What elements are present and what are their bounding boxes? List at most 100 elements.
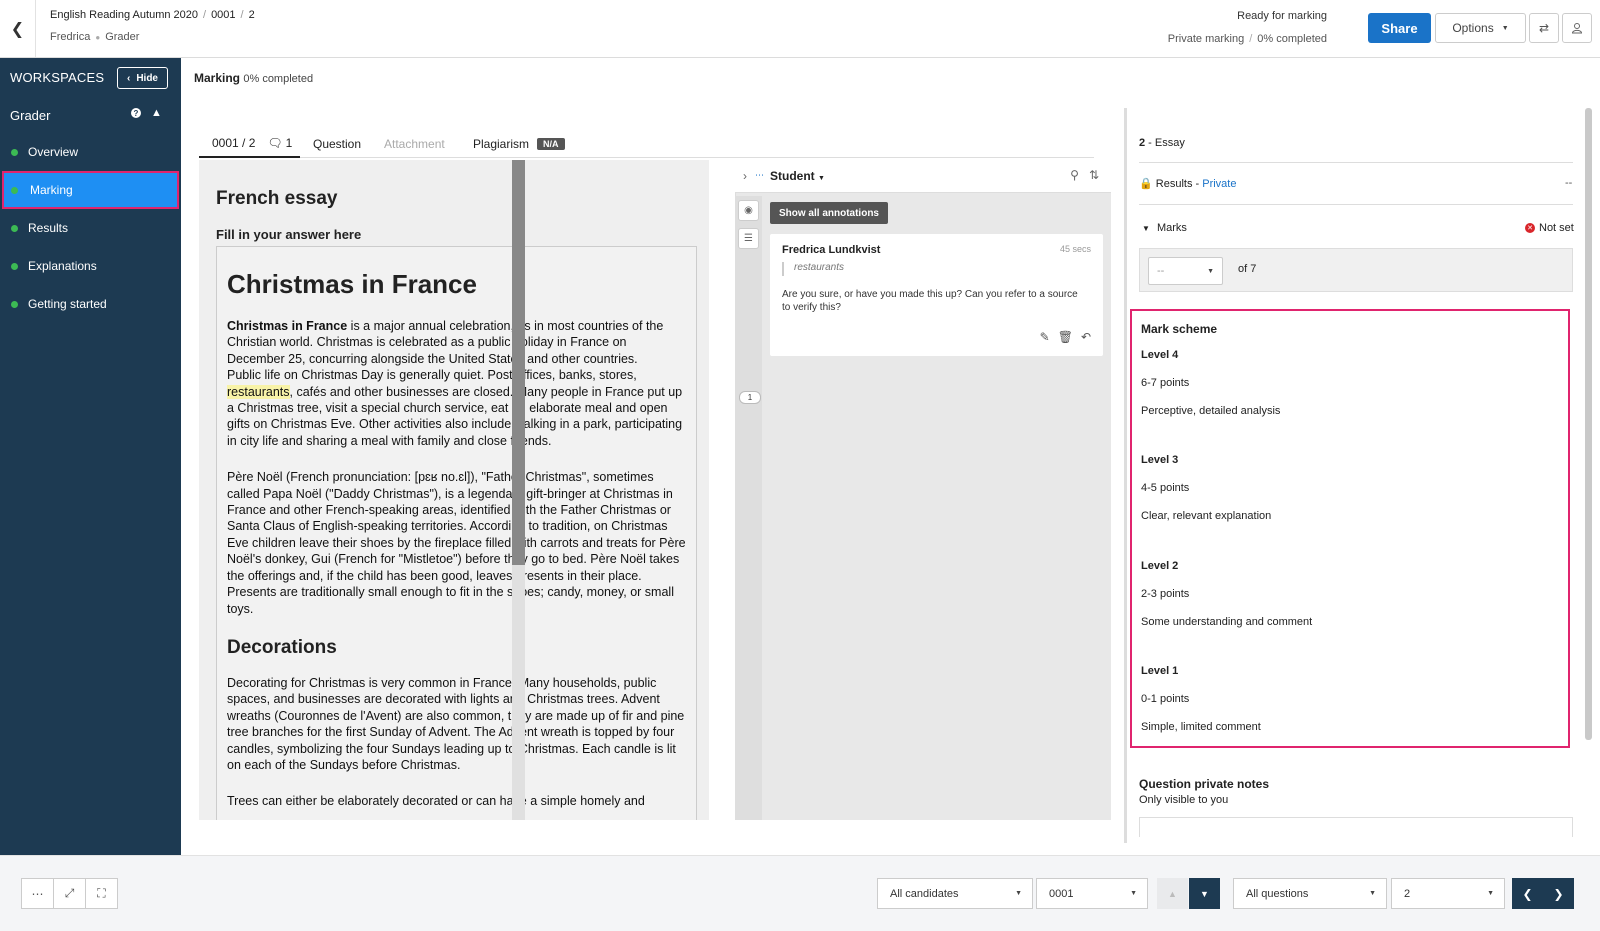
bottom-bar: ⋯ ⤢ ⛶ All candidates ▼ 0001 ▼ ▲ ▼ All qu… bbox=[0, 855, 1600, 931]
next-candidate-button[interactable]: ▼ bbox=[1189, 878, 1220, 909]
previous-question-button[interactable]: ❮ bbox=[1512, 878, 1543, 909]
marking-mode: Private marking bbox=[1167, 33, 1245, 45]
essay-paragraph: Trees can either be elaborately decorate… bbox=[227, 794, 645, 809]
essay-paragraph-text: , cafés and other businesses are closed.… bbox=[227, 384, 683, 448]
swap-icon: ⇄ bbox=[1538, 21, 1550, 35]
chevron-left-icon: ❮ bbox=[1522, 886, 1533, 901]
show-all-annotations-button[interactable]: Show all annotations bbox=[770, 202, 888, 224]
swap-button[interactable]: ⇄ bbox=[1529, 13, 1559, 43]
caret-down-icon: ▼ bbox=[1369, 890, 1376, 897]
tab-plagiarism[interactable]: Plagiarism N/A bbox=[473, 130, 565, 158]
mark-scheme-level: Level 1 0-1 points Simple, limited comme… bbox=[1141, 665, 1261, 733]
breadcrumb-question[interactable]: 2 bbox=[249, 9, 255, 21]
answer-text-box[interactable]: Christmas in France Christmas in France … bbox=[216, 246, 697, 820]
user-button[interactable] bbox=[1562, 13, 1592, 43]
comment-quote: restaurants bbox=[782, 262, 844, 276]
chevron-right-icon[interactable]: › bbox=[743, 169, 747, 183]
sidebar-item-explanations[interactable]: Explanations bbox=[0, 247, 181, 285]
tab-candidate[interactable]: 0001 / 2 🗨 1 bbox=[199, 130, 300, 158]
marks-toggle[interactable]: ▼ Marks bbox=[1142, 222, 1187, 234]
trash-icon[interactable]: 🗑 bbox=[1058, 330, 1073, 344]
questions-filter-select[interactable]: All questions ▼ bbox=[1233, 878, 1387, 909]
right-panel-scrollbar[interactable] bbox=[1585, 108, 1592, 740]
essay-subheading: Decorations bbox=[227, 636, 337, 658]
comment-actions: ✎ 🗑 ↶ bbox=[1040, 330, 1091, 344]
level-points: 0-1 points bbox=[1141, 693, 1190, 705]
back-button[interactable]: ❮ bbox=[0, 0, 36, 57]
expand-icon: ⤢ bbox=[64, 886, 75, 900]
status-dot-icon bbox=[11, 148, 18, 156]
breadcrumb: English Reading Autumn 2020/0001/2 bbox=[50, 9, 255, 21]
fullscreen-icon: ⛶ bbox=[97, 886, 106, 900]
status-dot-icon bbox=[11, 224, 18, 232]
document-scrollbar[interactable] bbox=[512, 160, 525, 820]
edit-icon[interactable]: ✎ bbox=[1040, 330, 1050, 344]
status-title: Ready for marking bbox=[1237, 10, 1327, 22]
question-prompt: Fill in your answer here bbox=[216, 227, 362, 242]
page-title-label: Marking bbox=[194, 71, 241, 85]
mark-scheme-title: Mark scheme bbox=[1141, 322, 1218, 336]
sidebar-item-marking[interactable]: Marking bbox=[2, 171, 179, 209]
annotation-comment-card[interactable]: Fredrica Lundkvist 45 secs restaurants A… bbox=[770, 234, 1103, 356]
results-visibility-link[interactable]: Private bbox=[1202, 178, 1236, 190]
annotations-header-actions: ⚲ ⇅ bbox=[1070, 168, 1099, 182]
share-button[interactable]: Share bbox=[1368, 13, 1431, 43]
level-description: Clear, relevant explanation bbox=[1141, 510, 1272, 522]
notes-button[interactable]: ☰ bbox=[738, 228, 759, 249]
status-dot-icon bbox=[11, 262, 18, 270]
question-tabs: 0001 / 2 🗨 1 Question Attachment Plagiar… bbox=[199, 130, 1094, 158]
comment-icon: 🗨 bbox=[267, 136, 283, 150]
candidate-select[interactable]: 0001 ▼ bbox=[1036, 878, 1148, 909]
student-filter[interactable]: Student ▼ bbox=[770, 169, 825, 183]
comment-author: Fredrica Lundkvist bbox=[782, 244, 881, 256]
annotation-highlight[interactable]: restaurants bbox=[227, 384, 290, 399]
level-label: Level 4 bbox=[1141, 349, 1179, 361]
document-scrollbar-thumb[interactable] bbox=[512, 160, 525, 565]
chevron-left-icon: ‹ bbox=[126, 72, 131, 84]
marks-status-label: Not set bbox=[1539, 222, 1574, 234]
previous-candidate-button: ▲ bbox=[1157, 878, 1188, 909]
sidebar-item-overview[interactable]: Overview bbox=[0, 133, 181, 171]
question-select-value: 2 bbox=[1404, 887, 1411, 900]
tab-plagiarism-label: Plagiarism bbox=[473, 137, 530, 151]
level-label: Level 1 bbox=[1141, 665, 1179, 677]
sort-icon[interactable]: ⇅ bbox=[1089, 168, 1099, 182]
options-dropdown[interactable]: Options ▼ bbox=[1435, 13, 1526, 43]
candidates-filter-value: All candidates bbox=[890, 887, 959, 900]
hide-label: Hide bbox=[136, 72, 158, 84]
caret-down-icon: ▼ bbox=[1130, 890, 1137, 897]
private-notes-input[interactable] bbox=[1139, 817, 1573, 837]
marks-input-box: -- ▼ of 7 bbox=[1139, 248, 1573, 292]
level-description: Perceptive, detailed analysis bbox=[1141, 405, 1281, 417]
mark-scheme-level: Level 4 6-7 points Perceptive, detailed … bbox=[1141, 349, 1280, 417]
marks-select[interactable]: -- ▼ bbox=[1148, 257, 1223, 285]
chevron-up-icon[interactable]: ▲ bbox=[151, 107, 162, 119]
lock-icon: 🔒 bbox=[1139, 178, 1153, 190]
help-icon[interactable]: ? bbox=[131, 108, 141, 118]
level-points: 2-3 points bbox=[1141, 588, 1190, 600]
sidebar-item-getting-started[interactable]: Getting started bbox=[0, 285, 181, 323]
more-button[interactable]: ⋯ bbox=[21, 878, 54, 909]
candidates-filter-select[interactable]: All candidates ▼ bbox=[877, 878, 1033, 909]
options-label: Options bbox=[1452, 21, 1494, 35]
next-question-button[interactable]: ❯ bbox=[1543, 878, 1574, 909]
question-select[interactable]: 2 ▼ bbox=[1391, 878, 1505, 909]
caret-down-icon: ▼ bbox=[1015, 890, 1022, 897]
breadcrumb-test[interactable]: English Reading Autumn 2020 bbox=[50, 9, 198, 21]
marks-total: of 7 bbox=[1238, 263, 1257, 275]
hide-sidebar-button[interactable]: ‹ Hide bbox=[117, 67, 168, 89]
sidebar-item-results[interactable]: Results bbox=[0, 209, 181, 247]
breadcrumb-candidate[interactable]: 0001 bbox=[211, 9, 235, 21]
grader-section-title: Grader bbox=[10, 108, 51, 123]
mark-scheme-level: Level 2 2-3 points Some understanding an… bbox=[1141, 560, 1312, 628]
fullscreen-button[interactable]: ⛶ bbox=[85, 878, 118, 909]
view-button[interactable]: ◉ bbox=[738, 200, 759, 221]
annotation-marker[interactable]: 1 bbox=[739, 391, 761, 404]
expand-button[interactable]: ⤢ bbox=[53, 878, 86, 909]
reply-icon[interactable]: ↶ bbox=[1081, 330, 1091, 344]
question-type: Essay bbox=[1154, 137, 1185, 149]
user-role: Grader bbox=[105, 31, 140, 43]
tab-question[interactable]: Question bbox=[313, 130, 361, 158]
private-notes-subtitle: Only visible to you bbox=[1139, 794, 1229, 806]
search-icon[interactable]: ⚲ bbox=[1070, 168, 1079, 182]
